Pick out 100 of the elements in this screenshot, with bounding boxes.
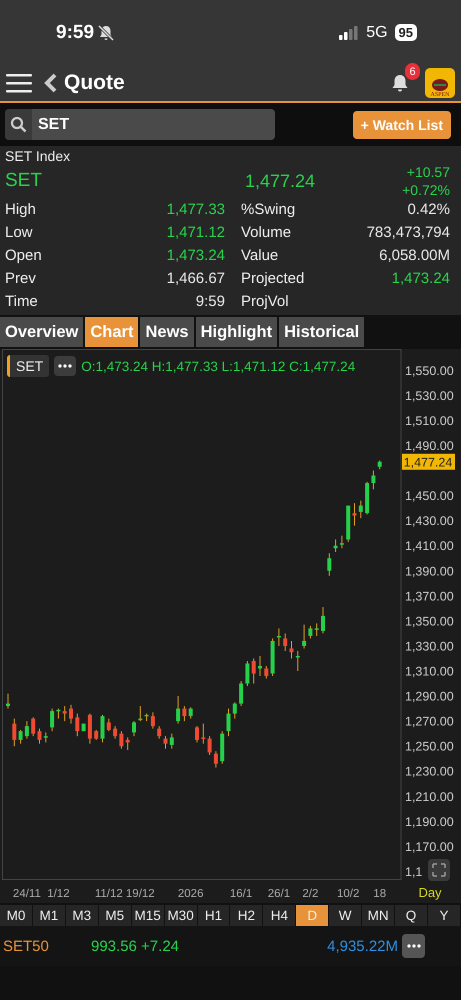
y-axis-label: 1,310.00 xyxy=(405,664,454,678)
candlestick xyxy=(75,713,80,737)
y-axis-label: 1,170.00 xyxy=(405,840,454,854)
y-axis-label: 1,370.00 xyxy=(405,589,454,604)
candlestick xyxy=(176,696,180,724)
more-icon xyxy=(406,944,420,948)
stat-label: Low xyxy=(5,224,34,241)
candlestick xyxy=(258,655,262,677)
timeframe-button[interactable]: M3 xyxy=(66,905,99,926)
stat-label: Projected xyxy=(240,270,306,287)
x-axis-label: 1/12 xyxy=(47,888,70,900)
ticker-value: 4,935.22M xyxy=(327,938,398,954)
notification-badge: 6 xyxy=(405,63,420,80)
search-input[interactable]: SET xyxy=(32,114,260,134)
stat-value: 9:59 xyxy=(194,293,225,310)
fullscreen-icon[interactable] xyxy=(428,859,450,881)
timeframe-button[interactable]: H4 xyxy=(263,905,296,926)
more-button[interactable] xyxy=(54,356,76,376)
search-field[interactable]: SET xyxy=(5,109,275,140)
candlestick xyxy=(56,708,60,720)
candlestick xyxy=(188,706,193,720)
candlestick xyxy=(314,622,319,636)
x-axis-label: 26/1 xyxy=(268,888,290,900)
y-axis-label: 1,410.00 xyxy=(405,539,454,554)
candlestick xyxy=(378,460,382,470)
timeframe-button[interactable]: Y xyxy=(428,905,461,926)
timeframe-button[interactable]: H1 xyxy=(198,905,230,926)
y-axis-label: 1,230.00 xyxy=(405,764,454,779)
stat-label: Open xyxy=(5,247,43,264)
stat-value: 1,466.67 xyxy=(166,270,225,287)
y-axis-label: 1,450.00 xyxy=(405,489,454,504)
candlestick xyxy=(232,702,237,720)
timeframe-button[interactable]: H2 xyxy=(230,905,264,926)
candlestick xyxy=(12,718,16,747)
candlestick xyxy=(69,704,73,724)
stat-value: 1,477.33 xyxy=(166,201,225,218)
x-axis-label: 18 xyxy=(373,888,386,900)
candlestick xyxy=(195,726,199,743)
timeframe-button[interactable]: M1 xyxy=(32,905,66,926)
menu-icon[interactable] xyxy=(6,73,32,93)
candlestick xyxy=(132,720,136,737)
candlestick xyxy=(226,708,230,737)
candlestick xyxy=(276,628,281,646)
candlestick xyxy=(214,750,218,768)
candlestick xyxy=(157,726,162,740)
candlestick xyxy=(150,712,155,730)
candlestick xyxy=(321,606,325,634)
timeframe-button[interactable]: Q xyxy=(395,905,428,926)
candlestick xyxy=(50,708,54,732)
candlestick xyxy=(182,706,186,722)
y-axis-label: 1,290.00 xyxy=(405,690,454,704)
stat-value: 1,473.24 xyxy=(390,270,450,287)
tab[interactable]: Overview xyxy=(0,317,84,347)
stat-value: 783,473,794 xyxy=(366,224,450,241)
candlestick xyxy=(245,660,250,687)
candlestick xyxy=(239,680,244,707)
x-axis-label: 2026 xyxy=(178,888,204,900)
x-axis-label: 10/2 xyxy=(337,888,360,900)
y-axis-label: 1,1 xyxy=(405,864,422,879)
candlestick xyxy=(113,726,118,740)
y-axis-label: 1,270.00 xyxy=(405,714,454,729)
candlestick xyxy=(371,470,376,490)
y-axis-label: 1,490.00 xyxy=(405,438,454,453)
candlestick xyxy=(164,736,168,750)
candlestick xyxy=(119,730,124,750)
candlestick xyxy=(334,538,338,552)
candlestick xyxy=(6,693,10,710)
y-axis-label: 1,350.00 xyxy=(405,614,454,628)
candlestick xyxy=(264,666,268,680)
candlestick xyxy=(308,625,312,639)
candlestick xyxy=(106,718,111,732)
more-button[interactable] xyxy=(402,934,425,958)
timeframe-button[interactable]: M15 xyxy=(132,905,165,926)
tab[interactable]: Historical xyxy=(279,317,364,347)
timeframe-button[interactable]: W xyxy=(329,905,362,926)
candlestick xyxy=(302,624,306,649)
timeframe-button[interactable]: MN xyxy=(362,905,396,926)
stat-label: %Swing xyxy=(240,201,296,218)
y-axis-label: 1,250.00 xyxy=(405,740,454,754)
timeframe-button[interactable]: M5 xyxy=(98,905,132,926)
status-time: 9:59 xyxy=(56,22,94,44)
battery-level: 95 xyxy=(394,24,417,41)
tab[interactable]: Highlight xyxy=(196,317,278,347)
x-axis-label: 11/12 xyxy=(94,888,123,900)
tab[interactable]: News xyxy=(140,317,194,347)
symbol-chip[interactable]: SET xyxy=(7,355,50,377)
candlestick xyxy=(100,714,104,743)
price-change: +10.57 xyxy=(406,164,450,180)
timeframe-button[interactable]: M30 xyxy=(164,905,198,926)
candlestick xyxy=(283,632,288,652)
back-icon[interactable] xyxy=(44,73,58,93)
timeframe-button[interactable]: M0 xyxy=(0,905,33,926)
ticker-symbol: SET50 xyxy=(3,938,50,954)
x-axis-label: 16/1 xyxy=(230,888,252,900)
candlestick xyxy=(340,535,344,549)
last-price: 1,477.24 xyxy=(244,170,316,192)
candlestick xyxy=(138,706,142,722)
index-name: SET Index xyxy=(5,148,72,164)
candlestick xyxy=(31,716,36,737)
candlestick xyxy=(88,713,92,744)
